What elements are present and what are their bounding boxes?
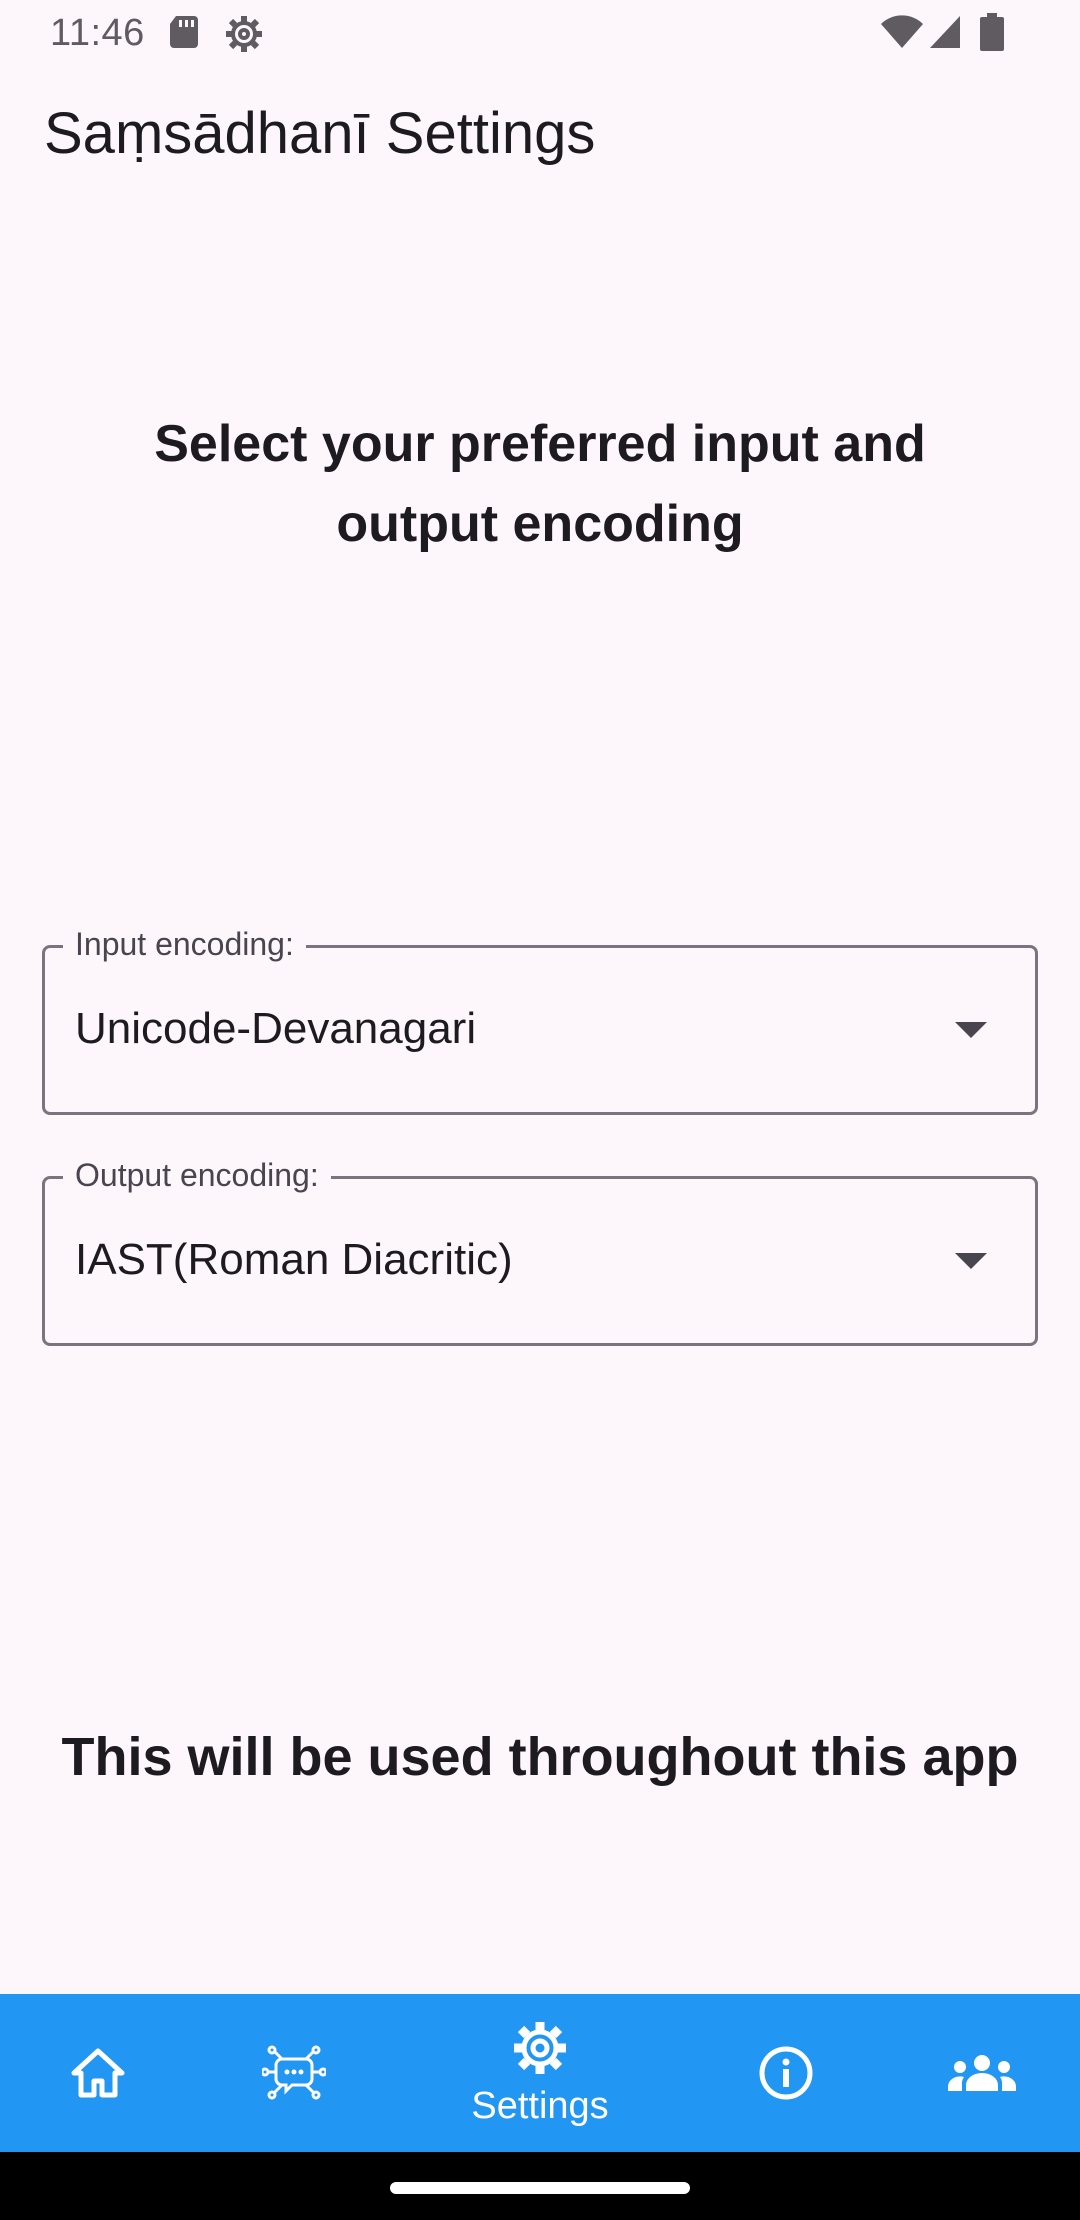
wifi-icon <box>881 15 923 48</box>
info-icon <box>759 2046 813 2100</box>
output-encoding-label: Output encoding: <box>63 1155 331 1195</box>
usage-note: This will be used throughout this app <box>61 1727 1019 1787</box>
input-encoding-dropdown[interactable]: Input encoding: Unicode-Devanagari <box>42 924 1038 1115</box>
encoding-prompt-heading: Select your preferred input and output e… <box>154 415 926 553</box>
gesture-nav-area <box>0 2152 1080 2220</box>
nav-team[interactable] <box>932 1994 1032 2152</box>
status-bar: 11:46 <box>0 0 1080 66</box>
signal-icon <box>930 16 960 48</box>
nav-settings-label: Settings <box>471 2084 609 2127</box>
app-title: Saṃsādhanī Settings <box>44 101 596 166</box>
home-icon <box>71 2048 125 2098</box>
chatbot-icon <box>262 2045 326 2100</box>
group-icon <box>948 2055 1016 2091</box>
nav-info[interactable] <box>736 1994 836 2152</box>
input-encoding-value: Unicode-Devanagari <box>75 1004 477 1053</box>
nav-home[interactable] <box>48 1994 148 2152</box>
settings-icon <box>514 2021 566 2074</box>
gesture-handle[interactable] <box>390 2182 690 2194</box>
bottom-navigation-bar: Settings <box>0 1994 1080 2152</box>
status-time: 11:46 <box>50 12 145 54</box>
settings-status-icon <box>226 16 262 52</box>
output-encoding-value: IAST(Roman Diacritic) <box>75 1235 513 1284</box>
output-encoding-dropdown[interactable]: Output encoding: IAST(Roman Diacritic) <box>42 1155 1038 1346</box>
settings-screen: 11:46 Saṃsādhanī Settings Select your pr… <box>0 0 1080 2220</box>
battery-icon <box>980 13 1004 51</box>
sd-card-icon <box>170 16 198 48</box>
dropdown-arrow-icon <box>955 1253 987 1269</box>
nav-settings[interactable]: Settings <box>440 1994 640 2152</box>
nav-chatbot[interactable] <box>244 1994 344 2152</box>
dropdown-arrow-icon <box>955 1022 987 1038</box>
input-encoding-label: Input encoding: <box>63 924 306 964</box>
